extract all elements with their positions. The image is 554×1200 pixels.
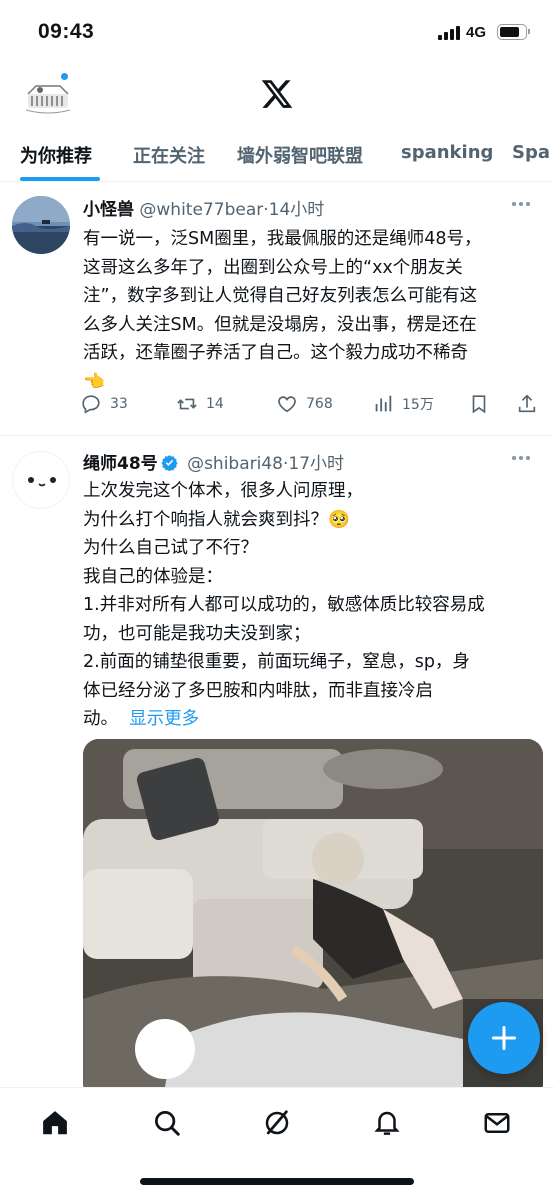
share-icon [518, 394, 536, 413]
tweet-line: 活跃，还靠圈子养活了自己。这个毅力成功不稀奇 [83, 343, 468, 363]
tweet-line-last: 动。 显示更多 [83, 705, 543, 734]
tweet-author-avatar[interactable] [12, 451, 70, 509]
reply-button[interactable]: 33 [80, 389, 128, 419]
more-icon[interactable] [510, 193, 534, 213]
like-count: 768 [306, 396, 333, 412]
share-button[interactable] [516, 389, 546, 419]
active-tab-indicator [20, 177, 100, 181]
reply-count: 33 [110, 396, 128, 412]
repost-count: 14 [206, 396, 224, 412]
author-handle[interactable]: @white77bear [139, 200, 263, 220]
tweet-text: 上次发完这个体术，很多人问原理， 为什么打个响指人就会爽到抖？🥺 为什么自己试了… [83, 477, 543, 734]
views-button[interactable]: 15万 [372, 389, 434, 419]
status-time: 09:43 [38, 20, 95, 43]
author-handle[interactable]: @shibari48 [187, 454, 283, 474]
timeline-tabs: 为你推荐 正在关注 墙外弱智吧联盟 spanking Spa [0, 124, 554, 182]
tweet-time: ·17小时 [283, 454, 345, 474]
tab-for-you[interactable]: 为你推荐 [20, 142, 92, 168]
author-name[interactable]: 小怪兽 [83, 200, 134, 220]
repost-icon [177, 398, 197, 410]
tab-list-spa[interactable]: Spa [512, 142, 550, 163]
tweet-line: 这哥这么多年了，出圈到公众号上的“xx个朋友关 [83, 257, 463, 278]
home-icon[interactable] [40, 1108, 70, 1138]
video-play-button[interactable] [135, 1019, 195, 1079]
tweet-line: 体已经分泌了多巴胺和内啡肽，而非直接冷启 [83, 680, 433, 701]
home-indicator [140, 1178, 414, 1185]
author-name[interactable]: 绳师48号 [83, 454, 158, 474]
show-more-link[interactable]: 显示更多 [129, 709, 199, 729]
reply-icon [82, 395, 100, 414]
tweet-line: 1.并非对所有人都可以成功的，敏感体质比较容易成 [83, 595, 485, 615]
tweet[interactable]: 绳师48号 @shibari48·17小时 上次发完这个体术，很多人问原理， 为… [0, 437, 554, 1099]
tweet-author-avatar[interactable] [12, 196, 70, 254]
network-label: 4G [466, 24, 487, 41]
search-icon[interactable] [152, 1108, 182, 1138]
bookmark-button[interactable] [468, 389, 498, 419]
tweet-line: 我自己的体验是： [83, 566, 223, 587]
tweet-text: 有一说一，泛SM圈里，我最佩服的还是绳师48号， 这哥这么多年了，出圈到公众号上… [83, 225, 543, 396]
x-logo-icon[interactable] [259, 77, 295, 111]
tweet-actions: 33 14 768 15万 [80, 389, 540, 419]
tweet-line: 有一说一，泛SM圈里，我最佩服的还是绳师48号， [83, 229, 482, 249]
tweet-line: 为什么打个响指人就会爽到抖？🥺 [83, 509, 350, 530]
heart-icon [278, 396, 296, 413]
plus-icon [491, 1025, 517, 1051]
tweet[interactable]: 小怪兽 @white77bear·14小时 有一说一，泛SM圈里，我最佩服的还是… [0, 183, 554, 436]
tab-list-spanking[interactable]: spanking [401, 142, 493, 163]
compose-button[interactable] [468, 1002, 540, 1074]
repost-button[interactable]: 14 [176, 389, 224, 419]
tweet-header: 小怪兽 @white77bear·14小时 [83, 195, 324, 220]
notification-dot [60, 72, 69, 81]
bookmark-icon [472, 395, 486, 414]
more-icon[interactable] [510, 447, 534, 467]
messages-icon[interactable] [482, 1108, 512, 1138]
tweet-line: 上次发完这个体术，很多人问原理， [83, 481, 363, 501]
tweet-time: ·14小时 [263, 200, 325, 220]
signal-icon [438, 25, 462, 40]
tweet-line: 注”，数字多到让人觉得自己好友列表怎么可能有这 [83, 286, 478, 306]
tweet-line: 功，也可能是我功夫没到家； [83, 623, 311, 644]
tab-following[interactable]: 正在关注 [133, 142, 205, 168]
tweet-header: 绳师48号 @shibari48·17小时 [83, 449, 344, 474]
battery-icon [497, 24, 530, 40]
status-bar: 09:43 4G [0, 0, 554, 62]
notifications-icon[interactable] [372, 1108, 402, 1138]
tweet-line: 2.前面的铺垫很重要，前面玩绳子，窒息，sp，身 [83, 652, 470, 672]
tab-list-1[interactable]: 墙外弱智吧联盟 [237, 142, 363, 168]
verified-badge-icon [161, 455, 178, 471]
like-button[interactable]: 768 [276, 389, 333, 419]
tweet-line: 为什么自己试了不行？ [83, 538, 258, 558]
tweet-line: 么多人关注SM。但就是没塌房，没出事，楞是还在 [83, 314, 477, 335]
views-icon [375, 395, 392, 412]
tweet-line: 动。 [83, 709, 118, 729]
profile-avatar[interactable] [22, 74, 74, 122]
view-count: 15万 [402, 397, 434, 413]
app-header [0, 62, 554, 124]
grok-icon[interactable] [262, 1108, 292, 1138]
